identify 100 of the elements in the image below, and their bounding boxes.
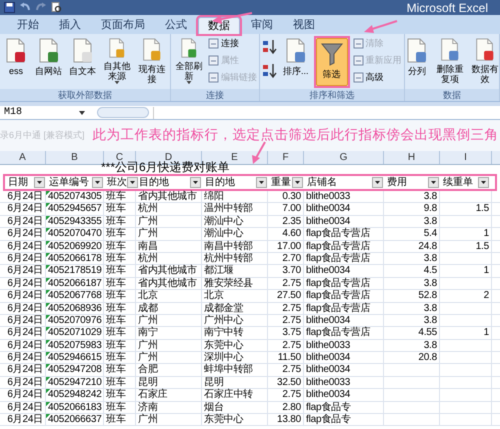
table-cell: 3.8 (384, 314, 440, 328)
table-cell: 11.50 (268, 352, 304, 364)
ribbon-tab[interactable]: 审阅 (242, 17, 282, 34)
ribbon-button[interactable]: 删除重复项 (434, 36, 466, 84)
column-header[interactable]: F (268, 151, 304, 164)
ribbon-tab[interactable]: 公式 (156, 17, 196, 34)
document-icon (404, 38, 429, 64)
ribbon-command[interactable]: 连接 (208, 36, 257, 51)
table-cell: 4052069920 (46, 240, 104, 253)
dropdown-arrow-icon (130, 181, 135, 184)
ribbon-button[interactable]: 全部刷新 (173, 36, 205, 84)
table-cell: 广州 (136, 216, 202, 228)
ribbon-button[interactable]: 自文本 (67, 36, 98, 84)
undo-icon[interactable] (19, 2, 31, 13)
table-cell: 6月24日 (0, 414, 46, 426)
filter-dropdown-button[interactable] (372, 177, 383, 188)
table-cell: 4052947208 (46, 364, 104, 377)
table-cell: 5.4 (384, 228, 440, 241)
document-icon (4, 38, 28, 64)
ribbon-button[interactable]: 现有连接 (136, 36, 168, 84)
column-header[interactable]: G (304, 151, 384, 164)
dropdown-arrow-icon (481, 181, 486, 184)
ribbon-tab[interactable]: 插入 (50, 17, 90, 34)
sheet-title: ***公司6月快递费对账单 (101, 161, 230, 174)
filter-dropdown-button[interactable] (92, 177, 103, 188)
table-cell: 6月24日 (0, 302, 46, 315)
caret-icon[interactable] (79, 110, 85, 114)
table-cell: 杭州中转部 (202, 252, 268, 266)
print-preview-icon[interactable] (51, 2, 62, 13)
column-header[interactable]: H (384, 151, 440, 164)
ribbon-command: 清除 (352, 36, 402, 51)
table-cell: 4052071029 (46, 327, 104, 340)
window-title: Microsoft Excel (406, 0, 489, 16)
column-heading: 日期 (8, 176, 28, 190)
table-cell: 潮汕中心 (202, 228, 268, 241)
column-header[interactable]: I (440, 151, 492, 164)
table-cell: 省内其他城市 (136, 191, 202, 204)
filter-dropdown-button[interactable] (190, 177, 201, 188)
table-cell (384, 389, 440, 402)
ribbon-command: 编辑链接 (208, 70, 257, 85)
table-cell: 2.75 (268, 389, 304, 402)
filter-dropdown-button[interactable] (34, 177, 45, 188)
table-cell: 雅安荥经县 (202, 278, 268, 290)
table-cell: 石家庄 (136, 389, 202, 402)
ribbon-tab[interactable]: 开始 (8, 17, 48, 34)
column-header[interactable]: A (0, 151, 46, 164)
table-cell (384, 376, 440, 390)
column-heading: 店铺名 (307, 176, 337, 190)
table-cell: 4.55 (384, 327, 440, 340)
filter-dropdown-button[interactable] (127, 177, 138, 188)
table-cell: blithe0034 (304, 216, 384, 228)
table-cell: 3.70 (268, 265, 304, 278)
table-cell: 班车 (104, 327, 136, 340)
filter-dropdown-button[interactable] (256, 177, 267, 188)
table-cell: 4052066187 (46, 278, 104, 290)
ribbon-tab[interactable]: 视图 (284, 17, 324, 34)
document-icon (36, 38, 60, 64)
table-cell: flap食品专营店 (304, 290, 384, 303)
table-cell: 6月24日 (0, 352, 46, 364)
ribbon-button[interactable]: 自其他来源 (101, 36, 133, 84)
table-cell: 4052075983 (46, 340, 104, 352)
table-cell: 广州中心 (202, 314, 268, 328)
table-cell: 省内其他城市 (136, 278, 202, 290)
column-header[interactable]: B (46, 151, 104, 164)
table-cell: 3.8 (384, 252, 440, 266)
ribbon-button[interactable]: ess (2, 36, 30, 84)
table-cell: 4052067768 (46, 290, 104, 303)
save-icon[interactable] (4, 2, 15, 13)
ribbon-button[interactable]: 自网站 (33, 36, 64, 84)
dropdown-arrow-icon (37, 181, 42, 184)
ribbon-tab[interactable]: 页面布局 (92, 17, 154, 34)
funnel-icon (320, 41, 344, 67)
table-cell: 6月24日 (0, 203, 46, 216)
table-cell: 20.8 (384, 352, 440, 364)
table-cell: 3.8 (384, 302, 440, 315)
filter-dropdown-button[interactable] (292, 177, 303, 188)
table-cell: blithe0034 (304, 352, 384, 364)
table-cell: 2.75 (268, 302, 304, 315)
filter-dropdown-button[interactable] (428, 177, 439, 188)
ribbon-button[interactable]: 筛选 (316, 38, 348, 86)
table-cell: 4052178519 (46, 265, 104, 278)
filter-dropdown-button[interactable] (478, 177, 489, 188)
table-cell: 班车 (104, 376, 136, 390)
name-box[interactable]: M18 (0, 105, 75, 120)
table-cell: 6月24日 (0, 290, 46, 303)
table-cell: 北京 (136, 290, 202, 303)
table-cell: 6月24日 (0, 228, 46, 241)
ribbon-command[interactable]: 高级 (352, 70, 402, 85)
table-cell: blithe0033 (304, 376, 384, 390)
ribbon-button[interactable]: 分列 (402, 36, 431, 84)
table-cell: 成都 (136, 302, 202, 315)
table-cell: 班车 (104, 302, 136, 315)
ribbon-button[interactable]: 排序... (281, 36, 311, 84)
table-cell: 13.80 (268, 414, 304, 426)
dropdown-arrow-icon (431, 181, 436, 184)
ribbon-button[interactable]: 数据有效 (468, 36, 500, 84)
sort-ascending-icon[interactable] (262, 39, 278, 55)
sort-descending-icon[interactable] (262, 63, 278, 79)
table-cell: blithe0034 (304, 265, 384, 278)
table-cell: 深圳中心 (202, 352, 268, 364)
